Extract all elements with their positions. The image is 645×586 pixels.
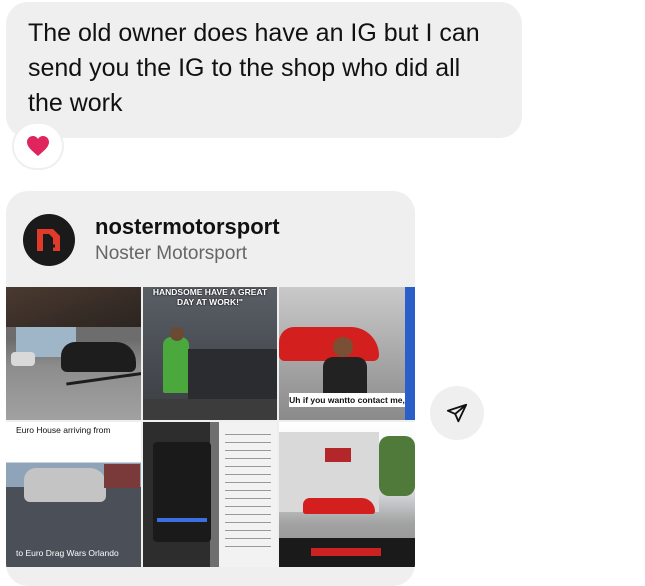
post-thumbnail-mechanic[interactable]: HANDSOME HAVE A GREAT DAY AT WORK!" (143, 287, 277, 420)
post-thumbnail-audi[interactable]: Euro House arriving from to Euro Drag Wa… (6, 422, 141, 567)
post-thumbnail-helicopter[interactable] (6, 287, 141, 420)
heart-icon (27, 136, 49, 156)
message-bubble[interactable]: The old owner does have an IG but I can … (6, 2, 522, 138)
shared-profile-card[interactable]: nostermotorsport Noster Motorsport HANDS… (6, 191, 415, 586)
post-caption-text: Uh if you wantto contact me, (289, 393, 405, 407)
post-thumbnail-ferrari[interactable]: Uh if you wantto contact me, (279, 287, 415, 420)
profile-avatar[interactable] (23, 214, 75, 266)
post-thumbnail-timeslip[interactable] (143, 422, 277, 567)
send-icon (446, 403, 468, 423)
post-thumbnail-lamborghini[interactable] (279, 422, 415, 567)
post-caption-text: Euro House arriving from (16, 425, 111, 435)
profile-post-grid: HANDSOME HAVE A GREAT DAY AT WORK!" Uh i… (6, 287, 415, 567)
message-text: The old owner does have an IG but I can … (28, 19, 480, 117)
profile-full-name: Noster Motorsport (95, 243, 248, 264)
message-reaction[interactable] (14, 124, 62, 168)
noster-logo-icon (37, 229, 60, 251)
post-caption-text: HANDSOME HAVE A GREAT DAY AT WORK!" (152, 287, 268, 307)
post-caption-text: to Euro Drag Wars Orlando (16, 548, 119, 558)
profile-username[interactable]: nostermotorsport (95, 214, 280, 240)
share-send-button[interactable] (430, 386, 484, 440)
